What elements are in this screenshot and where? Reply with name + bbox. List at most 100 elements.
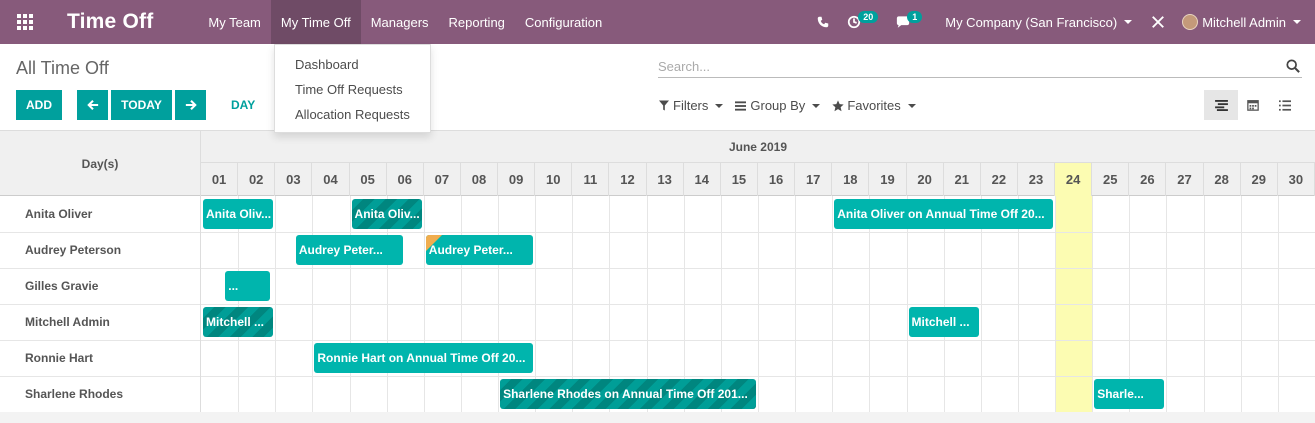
chevron-down-icon (812, 103, 821, 108)
today-column (1055, 163, 1093, 412)
gantt-pill[interactable]: Sharlene Rhodes on Annual Time Off 201..… (500, 379, 756, 409)
gantt-day-header: 10 (535, 163, 573, 196)
systray: 20 1 My Company (San Francisco) Mitchell… (808, 0, 1315, 44)
gantt-day-header: 24 (1055, 163, 1093, 196)
gantt-day-header: 07 (424, 163, 461, 196)
apps-menu-icon[interactable] (0, 0, 50, 44)
gantt-row-label: Ronnie Hart (0, 340, 201, 376)
groupby-label: Group By (750, 98, 806, 113)
gantt-day-header: 15 (721, 163, 758, 196)
gantt-pill[interactable]: Anita Oliv... (203, 199, 274, 229)
calendar-view-button[interactable] (1236, 90, 1270, 120)
gantt-day-header: 16 (758, 163, 796, 196)
company-switcher[interactable]: My Company (San Francisco) (945, 14, 1133, 30)
gantt-day-header: 29 (1241, 163, 1278, 196)
arrow-left-icon (86, 99, 98, 111)
filter-icon (659, 100, 669, 111)
gantt-day-header: 21 (944, 163, 981, 196)
menu-my-time-off[interactable]: My Time Off (270, 0, 361, 44)
gantt-pill[interactable]: Anita Oliv... (351, 199, 422, 229)
gantt-day-header: 08 (461, 163, 499, 196)
gantt-day-header: 02 (238, 163, 276, 196)
gantt-day-header: 03 (275, 163, 313, 196)
chevron-down-icon (907, 103, 916, 108)
filters-dropdown[interactable]: Filters (659, 98, 724, 113)
gantt-view-button[interactable] (1204, 90, 1238, 120)
gantt-day-header: 28 (1204, 163, 1241, 196)
dropdown-item-time-off-requests[interactable]: Time Off Requests (275, 80, 430, 105)
menu-my-team[interactable]: My Team (198, 0, 271, 44)
gantt-pill-label: Anita Oliv... (206, 207, 272, 221)
today-button[interactable]: TODAY (111, 90, 172, 120)
top-navbar: Time Off My Team My Time Off Managers Re… (0, 0, 1315, 44)
gantt-pill[interactable]: Anita Oliver on Annual Time Off 20... (834, 199, 1054, 229)
gantt-day-header: 27 (1166, 163, 1204, 196)
gantt-pill[interactable]: Audrey Peter... (295, 235, 404, 265)
dropdown-item-dashboard[interactable]: Dashboard (275, 55, 430, 80)
gantt-day-header: 18 (832, 163, 870, 196)
gantt-pill-label: Mitchell ... (206, 315, 265, 329)
previous-button[interactable] (77, 90, 108, 120)
gantt-pill-label: ... (228, 279, 239, 293)
gantt-pill[interactable]: Sharle... (1094, 379, 1165, 409)
next-button[interactable] (175, 90, 206, 120)
gantt-day-header: 23 (1018, 163, 1056, 196)
phone-icon[interactable] (817, 16, 829, 28)
gantt-row-label: Gilles Gravie (0, 268, 201, 304)
search-bar (658, 58, 1302, 78)
star-icon (832, 99, 844, 111)
gantt-pill-label: Anita Oliver on Annual Time Off 20... (837, 207, 1045, 221)
groupby-dropdown[interactable]: Group By (735, 98, 821, 113)
gantt-day-header: 11 (572, 163, 610, 196)
gantt-pill-label: Audrey Peter... (298, 243, 383, 257)
add-button[interactable]: ADD (16, 90, 62, 120)
messages-icon[interactable]: 1 (896, 11, 923, 29)
gantt-row-label: Sharlene Rhodes (0, 376, 201, 412)
dropdown-item-allocation-requests[interactable]: Allocation Requests (275, 105, 430, 130)
gantt-icon (1214, 99, 1228, 111)
search-icon[interactable] (1286, 59, 1300, 76)
gantt-day-header: 30 (1278, 163, 1315, 196)
calendar-icon (1247, 100, 1259, 111)
scale-day-button[interactable]: DAY (231, 98, 255, 112)
bottom-strip (0, 412, 1315, 423)
gantt-day-header: 19 (869, 163, 907, 196)
gantt-pill[interactable]: Mitchell ... (908, 307, 979, 337)
my-time-off-dropdown: Dashboard Time Off Requests Allocation R… (274, 44, 431, 133)
gantt-pill[interactable]: Audrey Peter... (425, 235, 534, 265)
gantt-day-header: 20 (907, 163, 944, 196)
gantt-day-header: 13 (647, 163, 684, 196)
chevron-down-icon (1293, 20, 1301, 24)
activity-icon[interactable]: 20 (847, 11, 879, 29)
list-view-button[interactable] (1268, 90, 1302, 120)
avatar (1182, 14, 1199, 30)
main-menu: My Team My Time Off Managers Reporting C… (198, 0, 612, 44)
app-title: Time Off (67, 10, 154, 33)
menu-reporting[interactable]: Reporting (439, 0, 515, 44)
chevron-down-icon (715, 103, 724, 108)
gantt-pill-label: Anita Oliv... (354, 207, 420, 221)
gantt-view: Day(s) June 2019 01 02 03 04 05 06 07 08 09 10 11 1… (0, 131, 1315, 413)
gantt-pill[interactable]: ... (225, 271, 270, 301)
favorites-dropdown[interactable]: Favorites (832, 98, 916, 113)
menu-configuration[interactable]: Configuration (515, 0, 612, 44)
debug-tools-icon[interactable] (1151, 15, 1165, 29)
company-name: My Company (San Francisco) (945, 14, 1118, 30)
gantt-day-header: 09 (498, 163, 536, 196)
gantt-row-label: Audrey Peterson (0, 232, 201, 268)
list-icon (1279, 99, 1291, 111)
gantt-pill-label: Mitchell ... (911, 315, 970, 329)
gantt-pill-label: Sharle... (1097, 387, 1144, 401)
menu-managers[interactable]: Managers (361, 0, 439, 44)
gantt-pill[interactable]: Mitchell ... (203, 307, 274, 337)
search-input[interactable] (658, 58, 1278, 74)
gantt-day-header: 25 (1092, 163, 1130, 196)
gantt-pill[interactable]: Ronnie Hart on Annual Time Off 20... (314, 343, 534, 373)
gantt-day-header: 12 (609, 163, 647, 196)
gantt-day-header: 06 (387, 163, 424, 196)
user-menu[interactable]: Mitchell Admin (1182, 14, 1301, 30)
message-count-badge: 1 (907, 11, 923, 23)
gantt-day-header: 05 (350, 163, 387, 196)
search-options: Filters Group By Favorites (659, 98, 928, 113)
arrow-right-icon (185, 99, 197, 111)
